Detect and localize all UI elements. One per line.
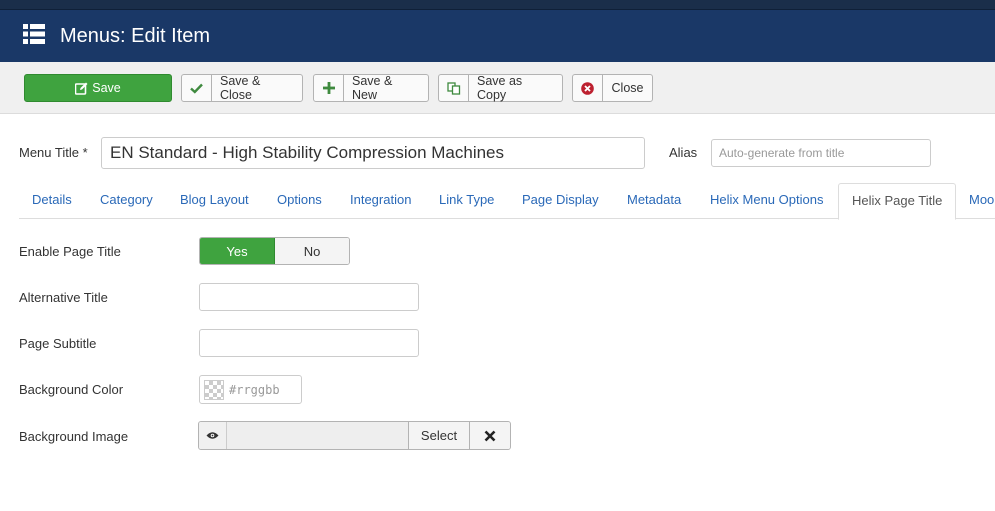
save-new-label: Save & New [352, 74, 393, 102]
close-circle-icon [573, 75, 603, 101]
tab-options[interactable]: Options [264, 183, 335, 219]
save-button[interactable]: Save [24, 74, 172, 102]
background-color-label: Background Color [19, 382, 124, 397]
tab-metadata[interactable]: Metadata [614, 183, 694, 219]
background-image-label: Background Image [19, 429, 129, 444]
toggle-no-option[interactable]: No [275, 238, 349, 264]
list-icon [23, 24, 45, 44]
plus-icon [314, 75, 344, 101]
tab-category[interactable]: Category [87, 183, 166, 219]
eye-icon[interactable] [199, 422, 227, 449]
tab-integration[interactable]: Integration [337, 183, 424, 219]
tab-blog-layout[interactable]: Blog Layout [167, 183, 262, 219]
top-strip [0, 0, 995, 10]
tab-link-type[interactable]: Link Type [426, 183, 507, 219]
edit-icon [75, 82, 88, 95]
enable-page-title-toggle: Yes No [199, 237, 350, 265]
tab-more[interactable]: Moo [956, 183, 995, 219]
background-image-field: Select [198, 421, 511, 450]
page-header: Menus: Edit Item [0, 10, 995, 62]
tab-page-display[interactable]: Page Display [509, 183, 612, 219]
page-title: Menus: Edit Item [60, 25, 211, 47]
close-label: Close [611, 81, 644, 95]
copy-icon [439, 75, 469, 101]
save-copy-button[interactable]: Save as Copy [438, 74, 563, 102]
page-subtitle-input[interactable] [199, 329, 419, 357]
tab-helix-page-title[interactable]: Helix Page Title [838, 183, 957, 220]
save-new-button[interactable]: Save & New [313, 74, 429, 102]
x-icon [484, 430, 496, 441]
menu-title-label: Menu Title * [19, 145, 88, 160]
check-icon [182, 75, 212, 101]
toggle-yes-option[interactable]: Yes [200, 238, 275, 264]
color-placeholder: #rrggbb [229, 382, 280, 397]
tab-helix-menu-options[interactable]: Helix Menu Options [697, 183, 836, 219]
save-close-label: Save & Close [220, 74, 261, 102]
color-swatch-icon[interactable] [204, 379, 224, 400]
clear-image-button[interactable] [469, 422, 510, 449]
alias-input[interactable]: Auto-generate from title [711, 139, 931, 167]
alternative-title-label: Alternative Title [19, 290, 108, 305]
close-button[interactable]: Close [572, 74, 653, 102]
toolbar: Save Save & Close Save & New Save as Cop… [0, 62, 995, 114]
menu-title-input[interactable]: EN Standard - High Stability Compression… [101, 137, 645, 169]
alias-label: Alias [669, 145, 698, 160]
save-label: Save [92, 81, 121, 95]
page-subtitle-label: Page Subtitle [19, 336, 97, 351]
background-color-input[interactable]: #rrggbb [199, 375, 302, 404]
enable-page-title-label: Enable Page Title [19, 244, 121, 259]
select-image-button[interactable]: Select [408, 422, 469, 449]
alternative-title-input[interactable] [199, 283, 419, 311]
tab-details[interactable]: Details [19, 183, 85, 219]
save-close-button[interactable]: Save & Close [181, 74, 303, 102]
tab-bar: Details Category Blog Layout Options Int… [19, 183, 995, 220]
save-copy-label: Save as Copy [477, 74, 523, 102]
image-path-display [227, 422, 408, 449]
